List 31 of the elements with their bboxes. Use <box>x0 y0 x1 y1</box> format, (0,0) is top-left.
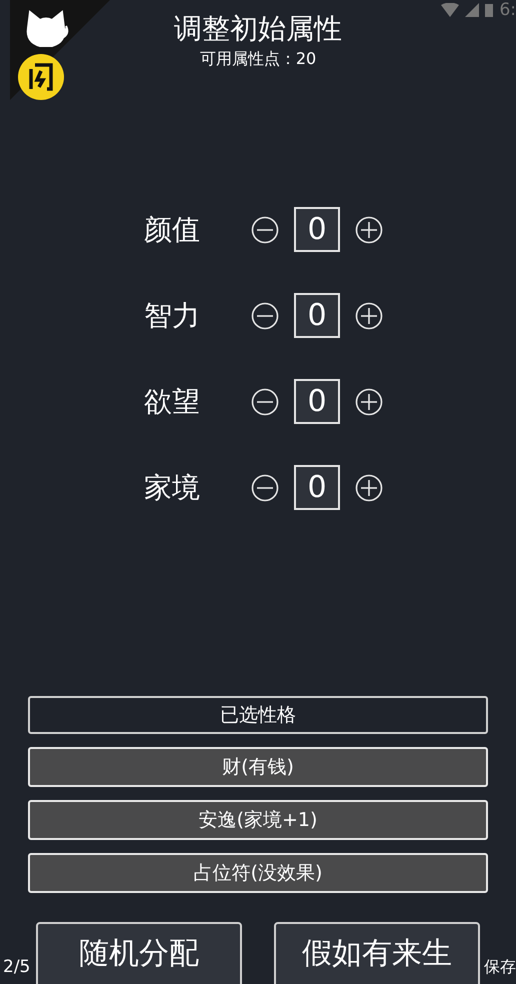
signal-icon <box>465 3 480 17</box>
minus-button[interactable] <box>250 300 280 330</box>
save-button[interactable]: 保存 <box>484 955 516 979</box>
action-button[interactable]: 随机分配 <box>36 922 242 984</box>
plus-button[interactable] <box>354 214 384 244</box>
value-field[interactable]: 0 <box>294 293 340 338</box>
attribute-label: 家境 <box>144 470 201 506</box>
traits-header: 已选性格 <box>28 696 488 734</box>
status-time: 6: <box>499 0 516 20</box>
battery-icon <box>485 3 494 17</box>
minus-button[interactable] <box>250 386 280 416</box>
minus-button[interactable] <box>250 214 280 244</box>
trait-button[interactable]: 财(有钱) <box>28 747 488 787</box>
plus-button[interactable] <box>354 472 384 502</box>
value-field[interactable]: 0 <box>294 465 340 510</box>
page-indicator: 2/5 <box>3 956 30 979</box>
wifi-icon <box>441 3 460 17</box>
points-label: 可用属性点：20 <box>200 48 316 70</box>
value-field[interactable]: 0 <box>294 207 340 252</box>
minus-button[interactable] <box>250 472 280 502</box>
value-field[interactable]: 0 <box>294 379 340 424</box>
action-button[interactable]: 假如有来生 <box>274 922 480 984</box>
attribute-label: 智力 <box>144 298 201 334</box>
trait-button[interactable]: 占位符(没效果) <box>28 853 488 893</box>
flash-icon[interactable] <box>17 53 65 101</box>
plus-button[interactable] <box>354 386 384 416</box>
attribute-label: 欲望 <box>144 384 201 420</box>
trait-button[interactable]: 安逸(家境+1) <box>28 800 488 840</box>
page-title: 调整初始属性 <box>174 11 342 47</box>
plus-button[interactable] <box>354 300 384 330</box>
attribute-label: 颜值 <box>144 212 201 248</box>
